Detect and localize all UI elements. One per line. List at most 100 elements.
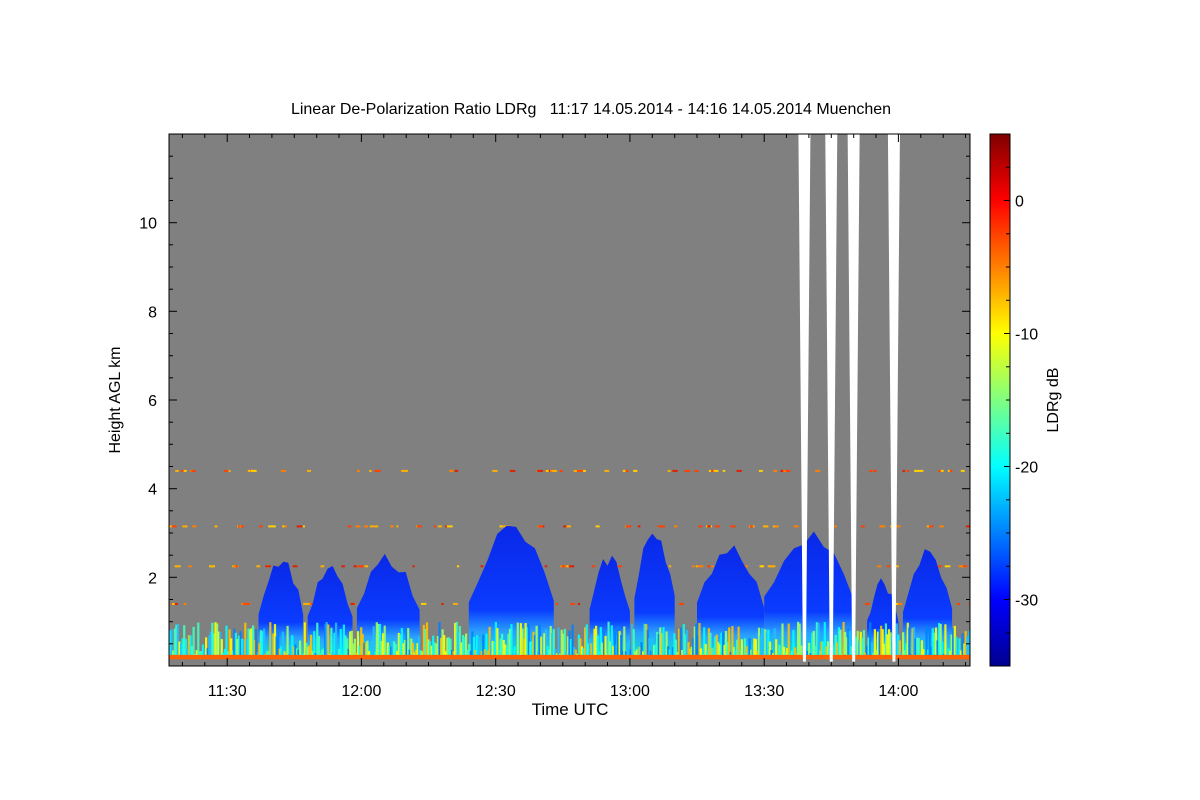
noise-speck bbox=[764, 525, 769, 528]
noise-speck bbox=[567, 525, 571, 528]
near-surface-cell bbox=[313, 631, 316, 655]
noise-speck bbox=[396, 525, 399, 528]
noise-speck bbox=[568, 565, 575, 568]
noise-speck bbox=[577, 602, 581, 605]
near-surface-cell bbox=[662, 627, 665, 655]
noise-speck bbox=[373, 525, 379, 528]
near-surface-cell bbox=[327, 624, 330, 655]
noise-speck bbox=[307, 469, 311, 472]
noise-speck bbox=[711, 565, 714, 568]
near-surface-cell bbox=[192, 626, 195, 655]
noise-speck bbox=[564, 565, 567, 568]
near-surface-cell bbox=[728, 627, 731, 655]
noise-speck bbox=[684, 469, 691, 472]
noise-speck bbox=[902, 469, 905, 472]
noise-speck bbox=[897, 602, 903, 605]
noise-speck bbox=[369, 525, 374, 528]
noise-speck bbox=[958, 565, 963, 568]
noise-speck bbox=[350, 602, 355, 605]
noise-speck bbox=[417, 525, 422, 528]
noise-speck bbox=[715, 525, 720, 528]
noise-speck bbox=[183, 469, 187, 472]
colorbar-tick-label: -10 bbox=[1015, 327, 1038, 344]
noise-speck bbox=[183, 602, 187, 605]
noise-speck bbox=[544, 565, 548, 568]
noise-speck bbox=[235, 565, 238, 568]
noise-speck bbox=[694, 469, 699, 472]
noise-speck bbox=[637, 525, 641, 528]
noise-speck bbox=[356, 469, 360, 472]
noise-speck bbox=[499, 525, 503, 528]
x-tick-label: 11:30 bbox=[208, 683, 247, 700]
noise-speck bbox=[355, 525, 361, 528]
near-surface-cell bbox=[778, 644, 781, 655]
noise-speck bbox=[896, 525, 901, 528]
noise-speck bbox=[770, 565, 776, 568]
noise-speck bbox=[672, 469, 678, 472]
colorbar-tick-label: -30 bbox=[1015, 593, 1038, 610]
noise-speck bbox=[708, 469, 712, 472]
near-surface-cell bbox=[225, 625, 228, 655]
noise-speck bbox=[793, 525, 799, 528]
near-surface-cell bbox=[535, 625, 538, 655]
near-surface-cell bbox=[908, 627, 911, 655]
colorbar-tick-label: 0 bbox=[1015, 194, 1024, 211]
noise-speck bbox=[785, 469, 791, 472]
y-tick-label: 2 bbox=[148, 570, 157, 587]
noise-speck bbox=[918, 469, 924, 472]
noise-speck bbox=[175, 565, 181, 568]
noise-speck bbox=[437, 525, 443, 528]
noise-speck bbox=[873, 469, 877, 472]
noise-speck bbox=[341, 565, 345, 568]
near-surface-cell bbox=[372, 626, 375, 655]
y-tick-label: 8 bbox=[148, 304, 157, 321]
noise-speck bbox=[320, 565, 325, 568]
noise-speck bbox=[915, 469, 918, 472]
noise-speck bbox=[375, 469, 381, 472]
y-tick-label: 4 bbox=[148, 482, 157, 499]
noise-speck bbox=[191, 469, 196, 472]
noise-speck bbox=[617, 565, 622, 568]
noise-speck bbox=[695, 565, 698, 568]
near-surface-cell bbox=[787, 623, 790, 655]
noise-speck bbox=[214, 525, 218, 528]
noise-speck bbox=[240, 525, 245, 528]
y-tick-labels: 2 4 6 8 10 bbox=[139, 216, 157, 588]
noise-speck bbox=[861, 525, 865, 528]
chart-title: Linear De-Polarization Ratio LDRg 11:17 … bbox=[291, 101, 891, 118]
near-surface-cell bbox=[775, 639, 778, 655]
noise-speck bbox=[929, 525, 934, 528]
noise-speck bbox=[412, 565, 415, 568]
noise-speck bbox=[886, 565, 890, 568]
noise-speck bbox=[657, 525, 662, 528]
noise-speck bbox=[591, 565, 595, 568]
noise-speck bbox=[401, 469, 406, 472]
x-tick-labels: 11:30 12:00 12:30 13:00 13:30 14:00 bbox=[208, 683, 919, 700]
x-tick-label: 12:00 bbox=[341, 683, 381, 700]
noise-speck bbox=[815, 469, 821, 472]
x-tick-label: 12:30 bbox=[476, 683, 516, 700]
noise-speck bbox=[453, 602, 458, 605]
noise-speck bbox=[284, 525, 287, 528]
noise-speck bbox=[834, 525, 837, 528]
near-surface-cell bbox=[817, 623, 820, 655]
x-tick-label: 14:00 bbox=[878, 683, 918, 700]
noise-speck bbox=[358, 565, 364, 568]
noise-speck bbox=[774, 469, 778, 472]
noise-speck bbox=[939, 525, 944, 528]
near-surface-cell bbox=[944, 624, 947, 655]
noise-speck bbox=[259, 525, 263, 528]
noise-speck bbox=[622, 469, 626, 472]
noise-speck bbox=[449, 469, 453, 472]
near-surface-cell bbox=[339, 629, 342, 655]
near-surface-cell bbox=[335, 622, 338, 655]
near-surface-cell bbox=[286, 625, 289, 655]
noise-speck bbox=[555, 602, 559, 605]
noise-speck bbox=[303, 602, 307, 605]
noise-speck bbox=[182, 525, 188, 528]
noise-speck bbox=[509, 469, 516, 472]
noise-speck bbox=[228, 469, 231, 472]
near-surface-cell bbox=[941, 641, 944, 655]
noise-speck bbox=[265, 565, 271, 568]
near-surface-cell bbox=[557, 627, 560, 655]
